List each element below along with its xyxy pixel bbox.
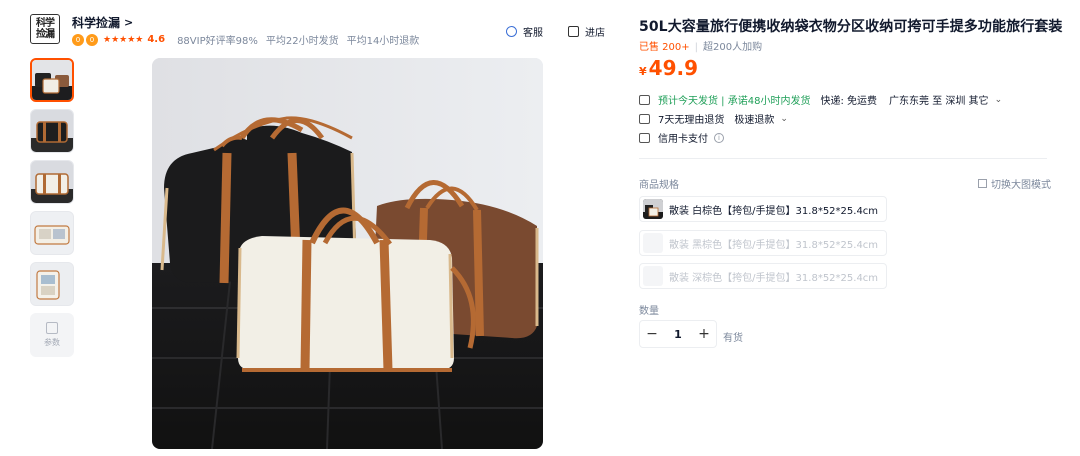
currency-symbol: ¥ bbox=[639, 65, 647, 78]
spec-option-2[interactable]: 散装 黑棕色【挎包/手提包】31.8*52*25.4cm bbox=[639, 230, 888, 256]
spec-thumbnail bbox=[643, 199, 663, 219]
spec-option-1[interactable]: 散装 白棕色【挎包/手提包】31.8*52*25.4cm bbox=[639, 196, 888, 222]
divider: | bbox=[694, 42, 699, 53]
spec-option-3[interactable]: 散装 深棕色【挎包/手提包】31.8*52*25.4cm bbox=[639, 263, 888, 289]
refund-time: 平均14小时退款 bbox=[346, 36, 420, 47]
bag-thumbnail-image bbox=[31, 212, 73, 254]
product-title: 50L大容量旅行便携收纳袋衣物分区收纳可挎可手提多功能旅行套装 bbox=[639, 19, 1063, 35]
customer-service-label: 客服 bbox=[523, 27, 543, 39]
decrement-button[interactable]: − bbox=[640, 321, 664, 347]
shop-name-link[interactable]: 科学捡漏 > bbox=[72, 14, 133, 31]
params-icon bbox=[46, 322, 58, 334]
thumbnail-list: 参数 bbox=[30, 58, 76, 357]
params-thumbnail[interactable]: 参数 bbox=[30, 313, 74, 357]
refund-policy[interactable]: 极速退款 bbox=[734, 111, 774, 126]
quantity-label: 数量 bbox=[639, 306, 659, 317]
params-label: 参数 bbox=[44, 338, 60, 347]
shop-rating: 4.6 bbox=[147, 34, 166, 45]
payment-row: 信用卡支付 i bbox=[639, 130, 724, 145]
spec-option-label: 散装 黑棕色【挎包/手提包】31.8*52*25.4cm bbox=[669, 239, 879, 251]
quantity-value[interactable]: 1 bbox=[674, 328, 682, 341]
ship-time: 平均22小时发货 bbox=[265, 36, 339, 47]
quantity-stepper: − 1 + bbox=[639, 320, 717, 348]
thumbnail-4[interactable] bbox=[30, 211, 74, 255]
thumbnail-3[interactable] bbox=[30, 160, 74, 204]
shipping-promise: 预计今天发货 | 承诺48小时内发货 bbox=[658, 96, 811, 107]
bag-thumbnail-image bbox=[31, 161, 73, 203]
thumbnail-1[interactable] bbox=[30, 58, 74, 102]
stock-status: 有货 bbox=[723, 333, 743, 344]
increment-button[interactable]: + bbox=[692, 321, 716, 347]
shop-logo-line1: 科学 bbox=[36, 18, 55, 29]
chat-icon bbox=[506, 25, 517, 37]
bag-thumbnail-image bbox=[31, 110, 73, 152]
shipping-route[interactable]: 广东东莞 至 深圳 其它 bbox=[889, 92, 989, 107]
shipping-row: 预计今天发货 | 承诺48小时内发货 快递: 免运费 广东东莞 至 深圳 其它 … bbox=[639, 92, 1002, 107]
star-rating-icon: ★★★★★ bbox=[103, 34, 144, 45]
cart-count: 超200人加购 bbox=[703, 42, 763, 53]
shop-logo-line2: 捡漏 bbox=[36, 29, 55, 40]
shop-badge-icon: 0 bbox=[72, 33, 84, 46]
chevron-right-icon: > bbox=[124, 16, 134, 29]
main-product-image[interactable] bbox=[152, 58, 543, 449]
shop-meta: 0 0 ★★★★★ 4.6 88VIP好评率98% 平均22小时发货 平均14小… bbox=[72, 32, 419, 47]
switch-view-button[interactable]: 切换大图模式 bbox=[978, 176, 1051, 191]
spec-option-label: 散装 白棕色【挎包/手提包】31.8*52*25.4cm bbox=[669, 205, 879, 217]
info-icon[interactable]: i bbox=[714, 132, 724, 143]
spec-label: 商品规格 bbox=[639, 180, 679, 191]
price: ¥ 49.9 bbox=[639, 56, 698, 80]
shop-badge-icon: 0 bbox=[86, 33, 98, 46]
spec-option-label: 散装 深棕色【挎包/手提包】31.8*52*25.4cm bbox=[669, 272, 879, 284]
chevron-down-icon[interactable]: ⌄ bbox=[780, 114, 788, 124]
credit-card-icon bbox=[639, 132, 650, 143]
shield-icon bbox=[639, 113, 650, 124]
chevron-down-icon[interactable]: ⌄ bbox=[995, 95, 1003, 105]
bag-thumbnail-image bbox=[32, 60, 72, 100]
section-divider bbox=[639, 158, 1047, 159]
spec-thumbnail bbox=[643, 233, 663, 253]
product-photo bbox=[152, 58, 543, 449]
shop-name: 科学捡漏 bbox=[72, 16, 121, 30]
sold-count: 已售 200+ bbox=[639, 42, 690, 53]
thumbnail-2[interactable] bbox=[30, 109, 74, 153]
vip-rate: 88VIP好评率98% bbox=[177, 36, 258, 47]
bag-thumbnail-image bbox=[31, 263, 73, 305]
store-icon bbox=[568, 25, 579, 37]
enter-store-button[interactable]: 进店 bbox=[558, 18, 615, 44]
shop-logo[interactable]: 科学 捡漏 bbox=[30, 14, 60, 44]
return-policy: 7天无理由退货 bbox=[658, 115, 725, 126]
switch-view-label: 切换大图模式 bbox=[991, 180, 1051, 191]
customer-service-button[interactable]: 客服 bbox=[496, 18, 553, 44]
payment-method: 信用卡支付 bbox=[658, 134, 708, 145]
price-value: 49.9 bbox=[648, 56, 699, 80]
truck-icon bbox=[639, 94, 650, 105]
guarantee-row: 7天无理由退货 极速退款 ⌄ bbox=[639, 111, 788, 126]
shipping-express: 快递: 免运费 bbox=[820, 96, 878, 107]
grid-icon bbox=[978, 179, 987, 188]
sales-info: 已售 200+ | 超200人加购 bbox=[639, 38, 762, 53]
enter-store-label: 进店 bbox=[585, 27, 605, 39]
thumbnail-5[interactable] bbox=[30, 262, 74, 306]
spec-thumbnail bbox=[643, 266, 663, 286]
